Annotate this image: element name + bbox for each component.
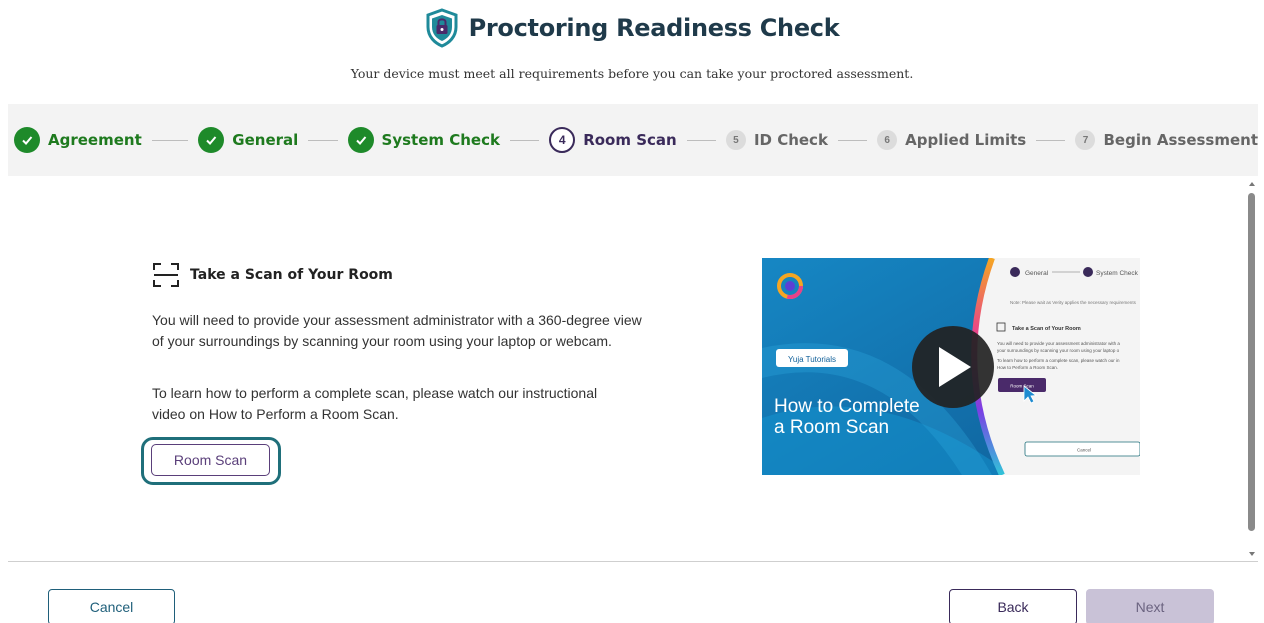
scrollbar-thumb[interactable] <box>1248 193 1255 531</box>
video-title-line1: How to Complete <box>774 396 920 417</box>
scroll-down-arrow-icon[interactable] <box>1249 552 1255 556</box>
step-room-scan: 4 Room Scan <box>549 127 677 153</box>
step-label: Agreement <box>48 131 142 149</box>
content-scrollbar[interactable] <box>1247 180 1257 558</box>
step-label: System Check <box>381 131 500 149</box>
step-id-check: 5 ID Check <box>725 130 828 150</box>
shield-lock-icon <box>426 8 458 48</box>
mini-cancel-button: Cancel <box>1077 448 1091 453</box>
check-icon <box>347 127 374 153</box>
mini-text-4: How to Perform a Room Scan. <box>997 365 1058 370</box>
room-scan-button[interactable]: Room Scan <box>151 444 270 476</box>
step-label: ID Check <box>753 131 828 149</box>
mini-heading: Take a Scan of Your Room <box>1012 326 1081 332</box>
step-connector <box>1036 139 1066 141</box>
step-connector <box>509 139 540 141</box>
mini-step-general: General <box>1025 270 1049 277</box>
mini-text-3: To learn how to perform a complete scan,… <box>997 358 1120 363</box>
step-number: 6 <box>877 130 898 150</box>
page-subtitle: Your device must meet all requirements b… <box>350 66 914 81</box>
step-label: General <box>232 131 299 149</box>
step-connector <box>837 139 868 141</box>
step-label: Applied Limits <box>905 131 1027 149</box>
title-row: Proctoring Readiness Check <box>0 8 1264 48</box>
step-agreement: Agreement <box>14 127 142 153</box>
back-button[interactable]: Back <box>949 589 1077 623</box>
scan-frame-icon <box>153 263 179 287</box>
step-begin-assessment: 7 Begin Assessment <box>1075 130 1258 150</box>
page-header: Proctoring Readiness Check Your device m… <box>0 0 1264 104</box>
step-system-check: System Check <box>347 127 500 153</box>
mini-room-scan-button: Room Scan <box>1010 384 1034 389</box>
scan-instructions: You will need to provide your assessment… <box>152 312 642 349</box>
scroll-up-arrow-icon[interactable] <box>1249 182 1255 186</box>
footer-divider <box>8 561 1258 562</box>
step-number: 4 <box>549 127 576 153</box>
step-applied-limits: 6 Applied Limits <box>877 130 1026 150</box>
check-icon <box>14 127 40 153</box>
tutorial-video-player[interactable]: Yuja Tutorials How to Complete a Room Sc… <box>762 258 1140 475</box>
mini-text-1: You will need to provide your assessment… <box>997 341 1120 346</box>
step-general: General <box>198 127 298 153</box>
step-connector <box>686 139 716 141</box>
step-connector <box>151 139 189 141</box>
video-title-line2: a Room Scan <box>774 417 889 438</box>
step-connector <box>308 139 338 141</box>
step-number: 7 <box>1075 130 1096 150</box>
scan-section-heading: Take a Scan of Your Room <box>152 262 393 288</box>
mini-text-2: your surroundings by scanning your room … <box>997 348 1120 353</box>
next-button[interactable]: Next <box>1086 589 1214 623</box>
step-number: 5 <box>725 130 746 150</box>
video-thumbnail: Yuja Tutorials How to Complete a Room Sc… <box>762 258 1140 475</box>
scan-title: Take a Scan of Your Room <box>190 267 393 283</box>
step-label: Begin Assessment <box>1103 131 1259 149</box>
step-label: Room Scan <box>583 131 677 149</box>
video-badge: Yuja Tutorials <box>788 355 836 364</box>
page-title: Proctoring Readiness Check <box>468 14 840 42</box>
progress-stepper: Agreement General System Check 4 Room Sc… <box>8 104 1258 176</box>
play-icon[interactable] <box>912 326 994 408</box>
mini-step-system-check: System Check <box>1096 270 1139 277</box>
cancel-button[interactable]: Cancel <box>48 589 175 623</box>
scan-video-instructions: To learn how to perform a complete scan,… <box>152 385 598 422</box>
mini-note: Note: Please wait as Verity applies the … <box>1010 300 1137 305</box>
check-icon <box>198 127 225 153</box>
